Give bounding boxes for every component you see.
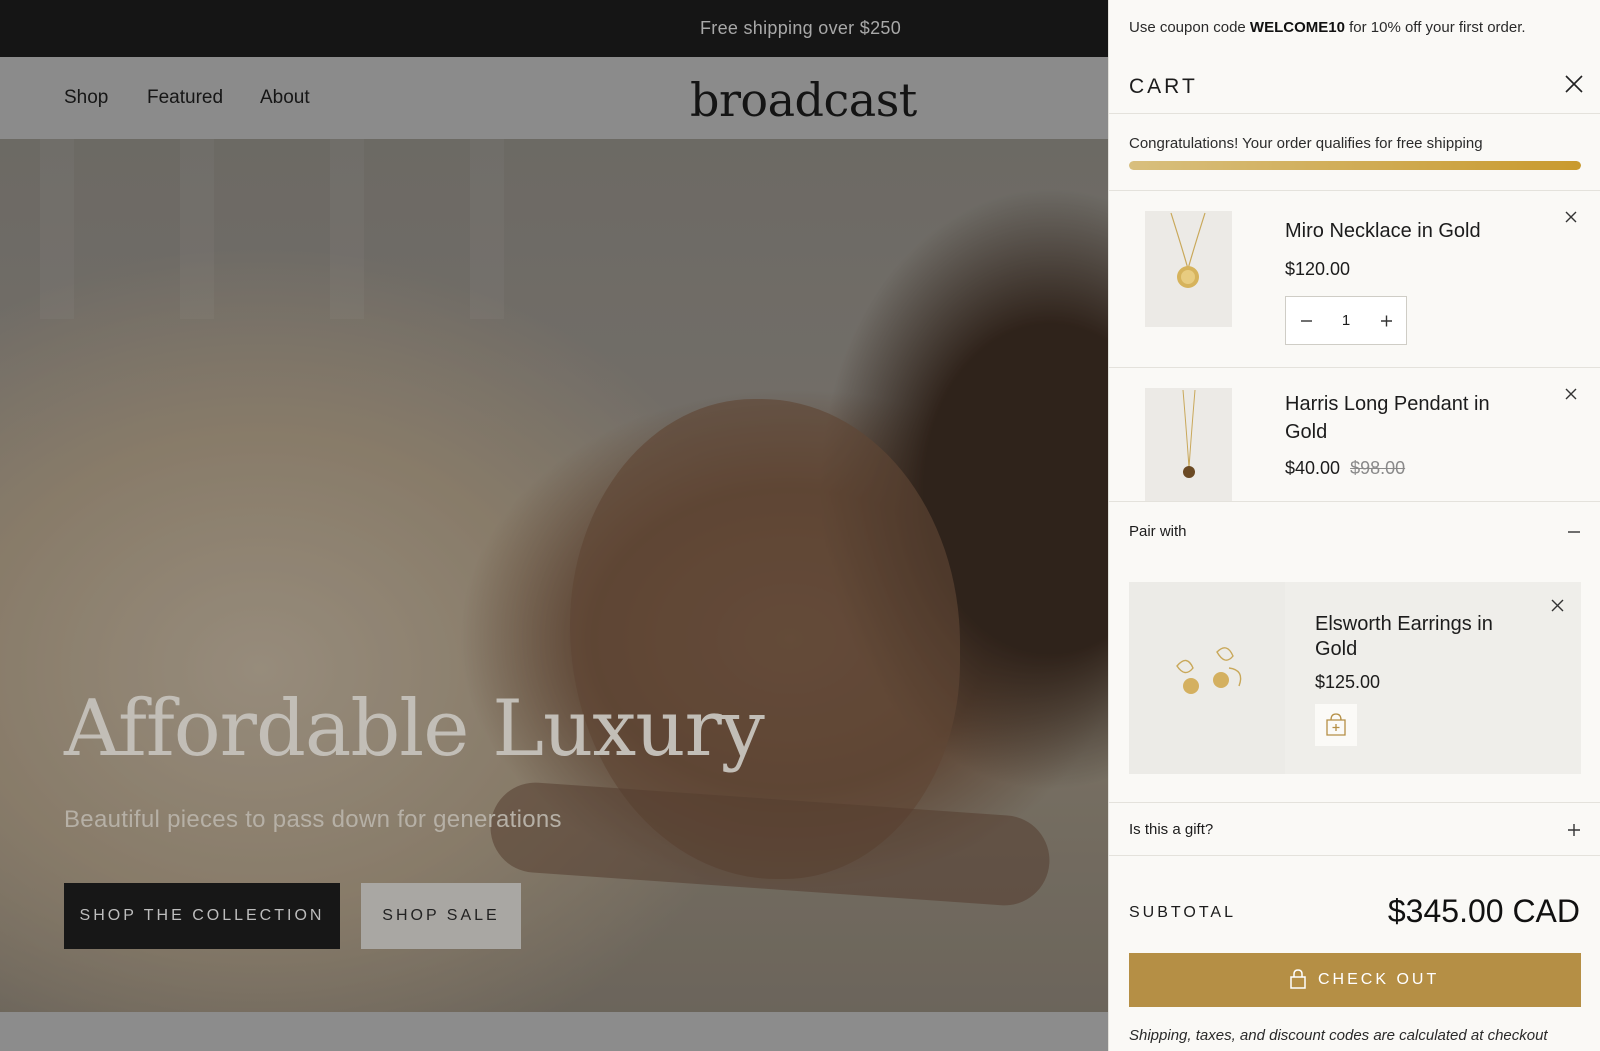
item-price: $120.00 xyxy=(1285,259,1351,279)
lock-icon xyxy=(1290,969,1306,989)
coupon-suffix: for 10% off your first order. xyxy=(1344,19,1526,36)
remove-item-icon[interactable] xyxy=(1563,386,1579,402)
cart-line-item: Miro Necklace in Gold $120.00 1 xyxy=(1109,191,1600,368)
shipping-progress-fill xyxy=(1129,161,1581,170)
quantity-stepper: 1 xyxy=(1285,296,1407,345)
upsell-product-card: Elsworth Earrings in Gold $125.00 xyxy=(1129,582,1581,774)
shop-collection-button[interactable]: SHOP THE COLLECTION xyxy=(64,883,340,949)
coupon-banner: Use coupon code WELCOME10 for 10% off yo… xyxy=(1109,0,1600,57)
nav-about-link[interactable]: About xyxy=(260,87,310,109)
page-below-hero xyxy=(0,1012,1108,1051)
storefront: Free shipping over $250 Shop Featured Ab… xyxy=(0,0,1108,1051)
coupon-code: WELCOME10 xyxy=(1249,19,1345,36)
item-price: $40.00 $98.00 xyxy=(1285,458,1405,479)
hero-subtitle: Beautiful pieces to pass down for genera… xyxy=(64,806,562,833)
quantity-value[interactable]: 1 xyxy=(1326,297,1366,344)
checkout-note: Shipping, taxes, and discount codes are … xyxy=(1129,1027,1548,1044)
nav-shop-link[interactable]: Shop xyxy=(64,87,108,109)
compare-at-price: $98.00 xyxy=(1350,458,1406,478)
remove-item-icon[interactable] xyxy=(1563,209,1579,225)
cart-line-item: Harris Long Pendant in Gold $40.00 $98.00 xyxy=(1109,368,1600,502)
subtotal-value: $345.00 CAD xyxy=(1387,893,1580,929)
minus-icon xyxy=(1301,320,1312,322)
hero-banner: Affordable Luxury Beautiful pieces to pa… xyxy=(0,139,1108,1012)
item-name[interactable]: Miro Necklace in Gold xyxy=(1285,217,1535,245)
checkout-label: CHECK OUT xyxy=(1318,971,1440,988)
add-to-cart-button[interactable] xyxy=(1315,704,1357,746)
product-thumbnail[interactable] xyxy=(1145,388,1232,501)
expand-icon xyxy=(1568,824,1580,836)
upsell-product-image[interactable] xyxy=(1129,582,1285,774)
pendant-image xyxy=(1182,389,1196,478)
decrease-quantity-button[interactable] xyxy=(1286,297,1326,344)
shipping-message: Congratulations! Your order qualifies fo… xyxy=(1129,135,1483,152)
plus-icon xyxy=(1381,315,1392,327)
earrings-image xyxy=(1176,647,1242,694)
dismiss-upsell-icon[interactable] xyxy=(1550,598,1565,613)
gift-option-label: Is this a gift? xyxy=(1129,821,1214,838)
product-thumbnail[interactable] xyxy=(1145,211,1232,327)
upsell-product-price: $125.00 xyxy=(1315,672,1381,692)
free-shipping-progress: Congratulations! Your order qualifies fo… xyxy=(1109,114,1600,191)
site-logo[interactable]: broadcast xyxy=(690,73,917,127)
site-header: Shop Featured About broadcast xyxy=(0,57,1108,139)
pair-with-label: Pair with xyxy=(1129,523,1187,540)
gift-option-toggle[interactable]: Is this a gift? xyxy=(1109,802,1600,856)
announcement-text: Free shipping over $250 xyxy=(700,18,902,38)
coupon-prefix: Use coupon code xyxy=(1129,19,1250,36)
shipping-progress-bar xyxy=(1129,161,1581,170)
cart-drawer: Use coupon code WELCOME10 for 10% off yo… xyxy=(1108,0,1600,1051)
cart-title: CART xyxy=(1129,75,1198,98)
shop-sale-button[interactable]: SHOP SALE xyxy=(361,883,521,949)
announcement-bar: Free shipping over $250 xyxy=(0,0,1108,57)
subtotal-label: SUBTOTAL xyxy=(1129,904,1236,921)
collapse-icon[interactable] xyxy=(1567,525,1581,539)
hero-title: Affordable Luxury xyxy=(64,684,765,774)
increase-quantity-button[interactable] xyxy=(1366,297,1406,344)
shopping-bag-add-icon xyxy=(1326,713,1346,736)
cart-header: CART xyxy=(1109,57,1600,114)
close-icon[interactable] xyxy=(1563,73,1585,95)
hero-overlay xyxy=(0,139,1108,1012)
checkout-button[interactable]: CHECK OUT xyxy=(1129,953,1581,1007)
item-name[interactable]: Harris Long Pendant in Gold xyxy=(1285,390,1535,446)
necklace-image xyxy=(1170,212,1206,288)
pair-with-header[interactable]: Pair with xyxy=(1109,505,1600,555)
sale-price: $40.00 xyxy=(1285,458,1341,478)
nav-featured-link[interactable]: Featured xyxy=(147,87,223,109)
upsell-product-name[interactable]: Elsworth Earrings in Gold xyxy=(1315,612,1535,662)
